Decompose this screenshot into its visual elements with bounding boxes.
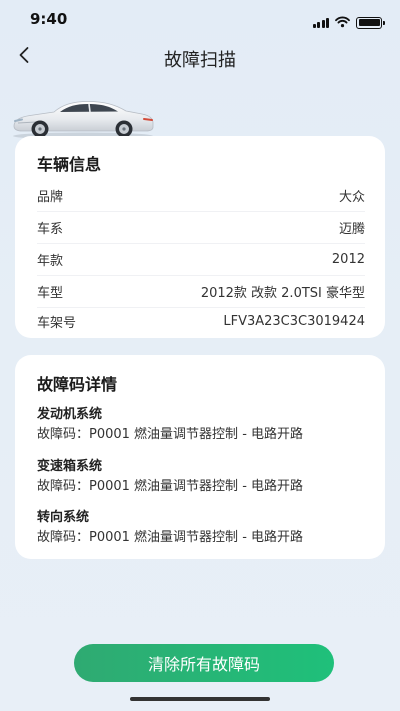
- status-bar: 9:40: [0, 0, 400, 40]
- info-row-series: 车系 迈腾: [37, 211, 365, 243]
- info-value: 2012: [331, 251, 365, 267]
- status-time: 9:40: [30, 10, 68, 28]
- clear-all-faults-button[interactable]: 清除所有故障码: [74, 644, 334, 682]
- fault-code-text: 故障码：P0001 燃油量调节器控制 - 电路开路: [37, 530, 304, 545]
- fault-system-label: 转向系统: [37, 510, 90, 525]
- fault-details-title: 故障码详情: [37, 375, 118, 394]
- vehicle-info-title: 车辆信息: [37, 155, 102, 174]
- info-value: LFV3A23C3C3019424: [223, 313, 365, 329]
- home-indicator: [130, 697, 270, 701]
- info-label: 车型: [37, 285, 64, 301]
- info-label: 品牌: [37, 189, 64, 205]
- info-row-model: 车型 2012款 改款 2.0TSI 豪华型: [37, 275, 365, 307]
- info-row-year: 年款 2012: [37, 243, 365, 275]
- fault-details-card: 故障码详情 发动机系统 故障码：P0001 燃油量调节器控制 - 电路开路 变速…: [15, 355, 385, 559]
- info-label: 车架号: [37, 315, 77, 331]
- vehicle-info-card: 车辆信息 品牌 大众 车系 迈腾 年款 2012 车型 2012款 改款 2.0…: [15, 136, 385, 338]
- fault-code-text: 故障码：P0001 燃油量调节器控制 - 电路开路: [37, 479, 304, 494]
- info-label: 车系: [37, 221, 64, 237]
- fault-system-label: 变速箱系统: [37, 459, 103, 474]
- info-value: 2012款 改款 2.0TSI 豪华型: [200, 285, 365, 301]
- info-value: 大众: [338, 189, 365, 205]
- info-row-vin: 车架号 LFV3A23C3C3019424: [37, 305, 365, 337]
- fault-system-label: 发动机系统: [37, 407, 103, 422]
- info-value: 迈腾: [338, 221, 365, 237]
- signal-icon: [312, 17, 329, 28]
- info-label: 年款: [37, 253, 64, 269]
- fault-code-text: 故障码：P0001 燃油量调节器控制 - 电路开路: [37, 427, 304, 442]
- battery-icon: [356, 16, 385, 29]
- wifi-icon: [335, 13, 350, 32]
- status-icons: [312, 13, 385, 32]
- info-row-brand: 品牌 大众: [37, 179, 365, 211]
- page-title: 故障扫描: [164, 50, 236, 71]
- nav-bar: 故障扫描: [0, 40, 400, 74]
